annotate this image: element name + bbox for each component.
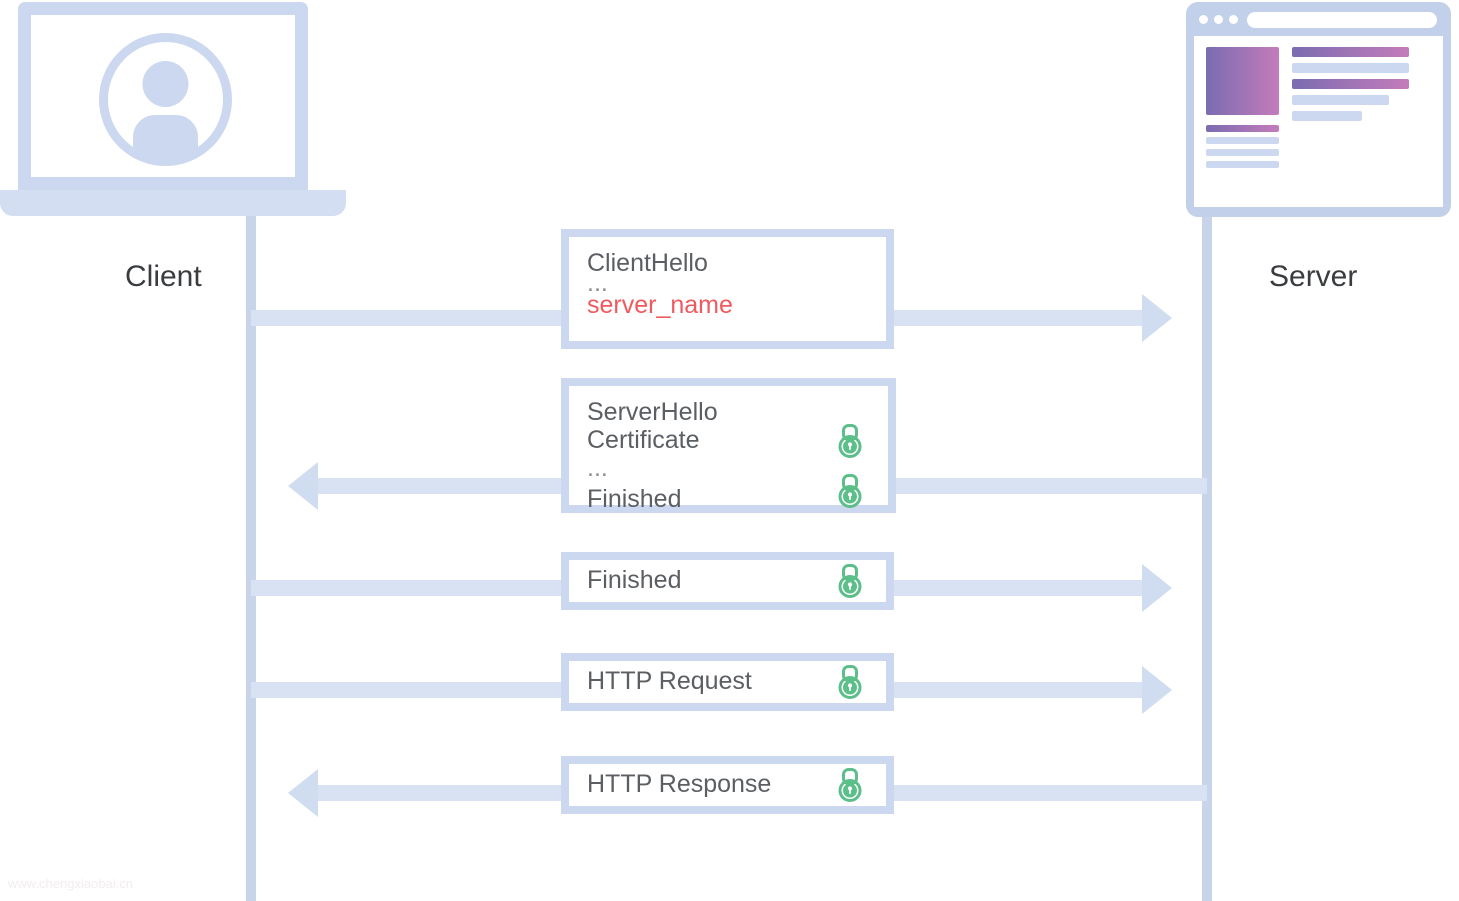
content-heading-line: [1206, 125, 1279, 132]
message-box-inner: HTTP Request: [569, 661, 886, 703]
browser-dot-icon: [1229, 15, 1238, 24]
client-hello-arrow-head: [1142, 294, 1172, 342]
content-image-block: [1206, 47, 1279, 115]
server-label: Server: [1269, 260, 1358, 293]
browser-frame: [1186, 2, 1451, 217]
content-heading-line: [1292, 79, 1409, 89]
message-box-client-finished[interactable]: Finished: [561, 552, 894, 610]
message-box-http-response[interactable]: HTTP Response: [561, 756, 894, 814]
user-avatar-icon: [99, 33, 232, 166]
http-response-arrow-head: [288, 769, 318, 817]
lock-icon: [838, 474, 862, 508]
message-line-ellipsis: ...: [587, 454, 608, 482]
browser-address-bar: [1247, 12, 1437, 28]
lock-icon: [838, 564, 862, 598]
server-node: [1186, 0, 1451, 220]
message-box-inner: ClientHello ... server_name: [569, 237, 886, 341]
server-hello-arrow-head: [288, 462, 318, 510]
tls-handshake-diagram: Client Server ClientHello ... server_nam…: [0, 0, 1459, 901]
lock-icon: [838, 665, 862, 699]
content-text-line: [1206, 161, 1279, 168]
message-line: Finished: [587, 566, 682, 594]
message-box-inner: ServerHello Certificate ... Finished: [569, 386, 888, 513]
message-box-http-request[interactable]: HTTP Request: [561, 653, 894, 711]
message-line: HTTP Request: [587, 667, 752, 695]
message-line: ServerHello: [587, 398, 718, 426]
content-text-line: [1206, 137, 1279, 144]
message-line: HTTP Response: [587, 770, 772, 798]
lock-icon: [838, 424, 862, 458]
laptop-base: [0, 190, 346, 216]
message-line-ellipsis: ...: [587, 269, 608, 297]
watermark-text: www.chengxiaobai.cn: [8, 876, 134, 891]
content-text-line: [1292, 111, 1362, 121]
message-box-inner: Finished: [569, 560, 886, 602]
content-text-line: [1292, 95, 1389, 105]
content-text-line: [1292, 63, 1409, 73]
client-node: [0, 0, 346, 220]
message-box-client-hello[interactable]: ClientHello ... server_name: [561, 229, 894, 349]
content-text-line: [1206, 149, 1279, 156]
message-box-server-hello[interactable]: ServerHello Certificate ... Finished: [561, 378, 896, 513]
lock-icon: [838, 768, 862, 802]
browser-dot-icon: [1199, 15, 1208, 24]
browser-titlebar: [1186, 2, 1451, 34]
client-finished-arrow-head: [1142, 564, 1172, 612]
message-line-accent: server_name: [587, 290, 733, 319]
message-line: Finished: [587, 484, 682, 513]
message-line: Certificate: [587, 426, 700, 454]
browser-viewport: [1194, 36, 1443, 207]
message-line: ClientHello: [587, 249, 708, 277]
message-box-inner: HTTP Response: [569, 764, 886, 806]
content-heading-line: [1292, 47, 1409, 57]
browser-dot-icon: [1214, 15, 1223, 24]
http-request-arrow-head: [1142, 666, 1172, 714]
client-label: Client: [125, 260, 202, 293]
